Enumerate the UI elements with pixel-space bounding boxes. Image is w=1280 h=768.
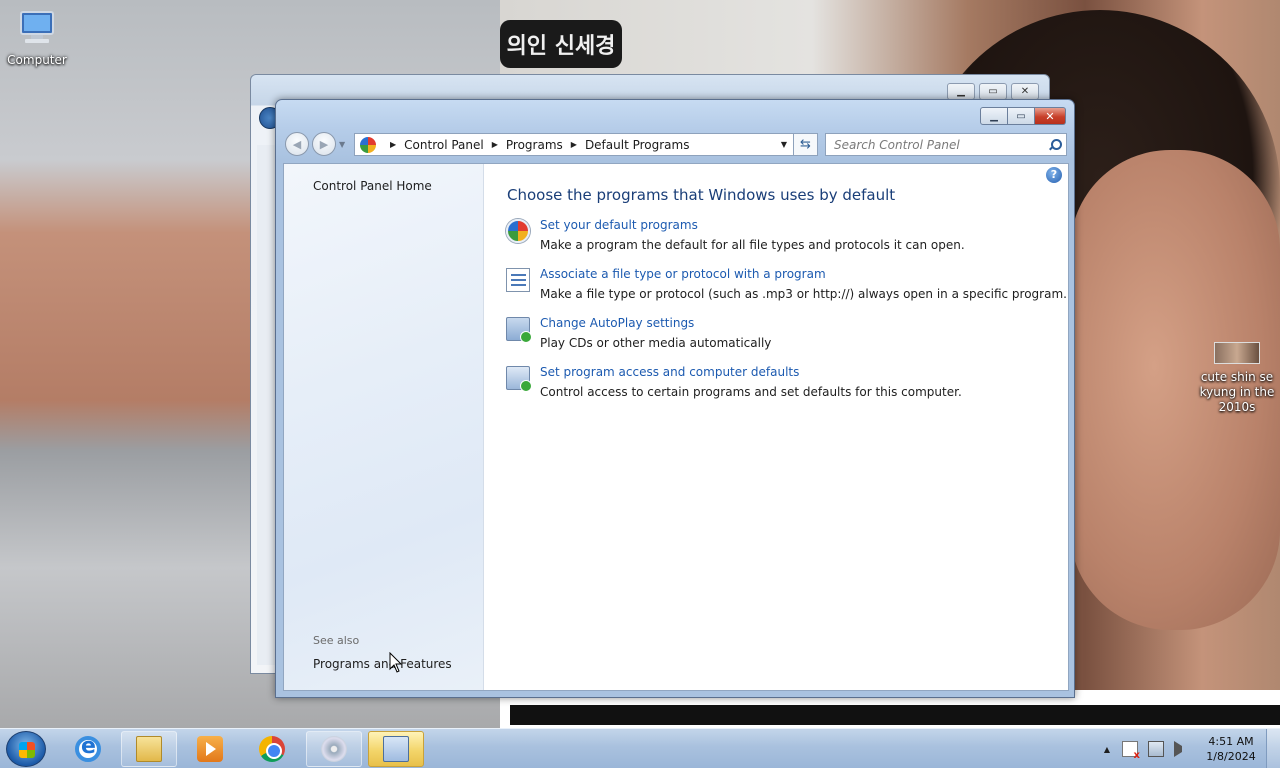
help-icon[interactable]: ? [1046,167,1062,183]
task-description: Make a program the default for all file … [540,238,965,252]
window-caption-buttons: ▁ ▭ ✕ [980,107,1066,125]
taskbar-internet-explorer[interactable] [60,731,116,767]
taskbar-dvd-maker[interactable] [306,731,362,767]
taskbar-control-panel[interactable] [368,731,424,767]
show-desktop-button[interactable] [1266,729,1280,768]
default-programs-window[interactable]: ▁ ▭ ✕ ◀ ▶ ▼ ▶ Control Panel ▶ Programs ▶… [275,99,1075,698]
show-hidden-icons-button[interactable]: ▲ [1100,745,1114,754]
programs-and-features-link[interactable]: Programs and Features [313,657,452,671]
recent-pages-dropdown[interactable]: ▼ [339,140,345,149]
task-description: Control access to certain programs and s… [540,385,962,399]
computer-icon [20,11,54,43]
breadcrumb-default-programs[interactable]: Default Programs [585,138,690,152]
taskbar-google-chrome[interactable] [244,731,300,767]
address-dropdown-icon[interactable]: ▼ [781,140,787,149]
refresh-button[interactable]: ⇆ [794,133,818,156]
taskbar-media-player[interactable] [182,731,238,767]
desktop-icon-image[interactable]: cute shin se kyung in the 2010s [1196,342,1278,415]
task-description: Play CDs or other media automatically [540,336,772,350]
task-set-default-programs: Set your default programs Make a program… [506,218,1066,258]
task-description: Make a file type or protocol (such as .m… [540,287,1067,301]
close-button[interactable]: ✕ [1035,107,1066,125]
image-thumbnail-icon [1214,342,1260,364]
minimize-icon[interactable]: ▁ [947,83,975,100]
minimize-button[interactable]: ▁ [980,107,1008,125]
maximize-icon: ▭ [1016,110,1026,122]
autoplay-icon [506,317,532,343]
dvd-icon [321,736,347,762]
media-player-icon [197,736,223,762]
search-icon[interactable] [1049,138,1062,151]
wallpaper-caption: 의인 신세경 [500,20,622,68]
navigation-bar: ◀ ▶ ▼ ▶ Control Panel ▶ Programs ▶ Defau… [282,130,1068,158]
arrow-left-icon: ◀ [292,137,302,151]
arrow-right-icon: ▶ [319,137,329,151]
desktop-icon-computer[interactable]: Computer [0,10,77,67]
breadcrumb-programs[interactable]: Programs [506,138,563,152]
desktop-icon-label: cute shin se kyung in the 2010s [1199,370,1275,414]
desktop-icon-label: Computer [7,53,67,67]
folder-icon [136,736,162,762]
search-placeholder: Search Control Panel [834,137,960,152]
chevron-right-icon[interactable]: ▶ [492,140,498,149]
refresh-icon: ⇆ [800,137,811,152]
network-icon[interactable] [1148,741,1164,757]
volume-muted-icon[interactable] [1174,741,1190,757]
mouse-cursor-icon [389,652,403,673]
control-panel-icon [360,136,376,153]
close-icon[interactable]: ✕ [1011,83,1039,100]
maximize-button[interactable]: ▭ [1008,107,1035,125]
forward-button[interactable]: ▶ [312,132,336,156]
clock-time: 4:51 AM [1208,735,1254,748]
control-panel-icon [383,736,409,762]
close-icon: ✕ [1045,109,1055,123]
breadcrumb-control-panel[interactable]: Control Panel [404,138,484,152]
clock-date: 1/8/2024 [1206,750,1256,763]
minimize-icon: ▁ [990,110,998,122]
back-button[interactable]: ◀ [285,132,309,156]
clock[interactable]: 4:51 AM 1/8/2024 [1200,734,1262,764]
search-input[interactable]: Search Control Panel [825,133,1067,156]
associate-file-type-link[interactable]: Associate a file type or protocol with a… [540,267,826,281]
start-button[interactable] [6,731,46,767]
left-pane: Control Panel Home See also Programs and… [284,164,484,690]
window-content: Control Panel Home See also Programs and… [283,163,1069,691]
see-also-heading: See also [313,634,360,647]
change-autoplay-link[interactable]: Change AutoPlay settings [540,316,694,330]
action-center-icon[interactable] [1122,741,1140,761]
taskbar: ▲ 4:51 AM 1/8/2024 [0,728,1280,768]
control-panel-home-link[interactable]: Control Panel Home [313,179,432,193]
maximize-icon[interactable]: ▭ [979,83,1007,100]
page-title: Choose the programs that Windows uses by… [507,186,896,204]
set-default-programs-link[interactable]: Set your default programs [540,218,698,232]
chrome-icon [259,736,285,762]
windows-logo-icon [19,742,35,758]
chevron-right-icon[interactable]: ▶ [390,140,396,149]
task-autoplay: Change AutoPlay settings Play CDs or oth… [506,316,1066,356]
ie-icon [75,734,101,762]
program-access-link[interactable]: Set program access and computer defaults [540,365,799,379]
program-access-icon [506,366,532,392]
task-program-access: Set program access and computer defaults… [506,365,1066,405]
system-tray: ▲ 4:51 AM 1/8/2024 [1100,729,1280,768]
default-programs-icon [506,219,530,243]
file-association-icon [506,268,530,292]
main-pane: ? Choose the programs that Windows uses … [484,164,1068,690]
chevron-right-icon[interactable]: ▶ [571,140,577,149]
taskbar-windows-explorer[interactable] [121,731,177,767]
address-bar[interactable]: ▶ Control Panel ▶ Programs ▶ Default Pro… [354,133,794,156]
task-associate-file-type: Associate a file type or protocol with a… [506,267,1067,307]
